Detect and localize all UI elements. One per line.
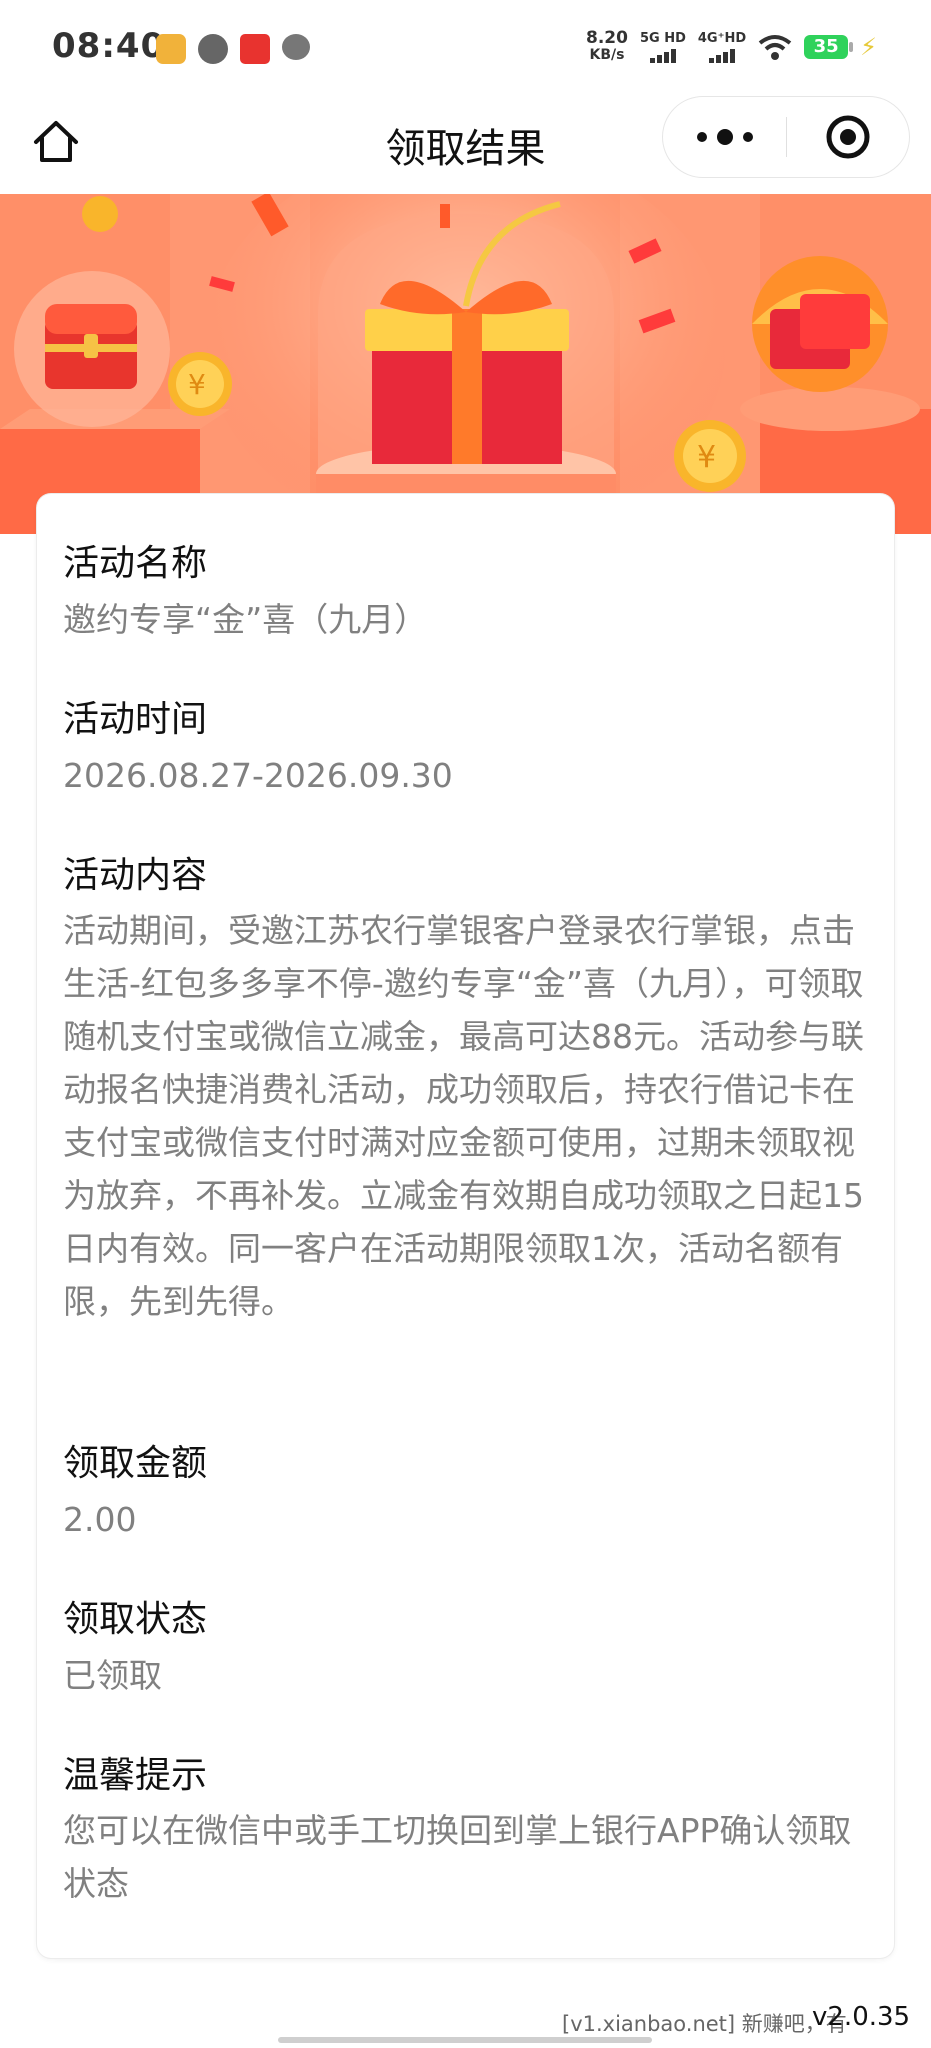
signal-5g-label: 5G HD	[639, 31, 686, 46]
navigation-bar: 领取结果	[0, 96, 931, 194]
version-label: v2.0.35	[812, 2002, 911, 2032]
signal-4g: 4G⁺HD	[698, 31, 746, 63]
system-indicators: 8.20 KB/s 5G HD 4G⁺HD 35 ⚡	[586, 30, 877, 64]
status-label: 领取状态	[63, 1599, 208, 1640]
close-button[interactable]	[787, 96, 909, 178]
more-button[interactable]	[663, 96, 786, 178]
charging-icon: ⚡	[860, 33, 877, 61]
notification-icons	[156, 34, 310, 64]
wifi-icon	[758, 35, 792, 60]
watermark-text: [v1.xianbao.net] 新赚吧，有	[562, 2012, 847, 2036]
signal-bars-icon	[649, 49, 676, 63]
app-notification-icon	[156, 34, 186, 64]
battery-icon: 35	[804, 35, 854, 59]
miniprogram-capsule	[662, 96, 910, 178]
svg-text:¥: ¥	[697, 440, 716, 475]
speed-unit: KB/s	[589, 47, 625, 63]
home-icon[interactable]	[28, 114, 84, 170]
tips-label: 温馨提示	[63, 1755, 208, 1796]
activity-content-value: 活动期间，受邀江苏农行掌银客户登录农行掌银，点击生活-红包多多享不停-邀约专享“…	[63, 911, 864, 1321]
activity-time-label: 活动时间	[63, 699, 208, 740]
activity-time-value: 2026.08.27-2026.09.30	[63, 756, 453, 795]
tips-value: 您可以在微信中或手工切换回到掌上银行APP确认领取状态	[63, 1811, 852, 1903]
activity-name-value: 邀约专享“金”喜（九月）	[63, 600, 428, 639]
svg-text:¥: ¥	[188, 368, 206, 401]
signal-bars-icon	[709, 49, 736, 63]
activity-content-label: 活动内容	[63, 855, 208, 896]
home-indicator[interactable]	[278, 2037, 652, 2043]
speed-value: 8.20	[586, 28, 628, 48]
amount-label: 领取金额	[63, 1443, 208, 1484]
activity-name-label: 活动名称	[63, 543, 208, 584]
battery-level: 35	[813, 36, 839, 57]
amount-value: 2.00	[63, 1500, 137, 1539]
status-time: 08:40	[52, 26, 166, 66]
wechat-icon	[282, 34, 310, 60]
signal-5g: 5G HD	[640, 31, 686, 63]
banner-art: ¥ ¥	[0, 194, 931, 534]
close-target-icon	[826, 115, 870, 159]
status-value: 已领取	[63, 1656, 162, 1695]
banner-illustration: ¥ ¥	[0, 194, 931, 534]
news-app-icon	[240, 34, 270, 64]
signal-4g-label: 4G⁺HD	[697, 31, 747, 46]
message-icon	[198, 34, 228, 64]
network-speed: 8.20 KB/s	[586, 30, 628, 64]
status-bar: 08:40 8.20 KB/s 5G HD 4G⁺HD 35 ⚡	[0, 0, 931, 96]
result-card: 活动名称 邀约专享“金”喜（九月） 活动时间 2026.08.27-2026.0…	[37, 494, 894, 1958]
